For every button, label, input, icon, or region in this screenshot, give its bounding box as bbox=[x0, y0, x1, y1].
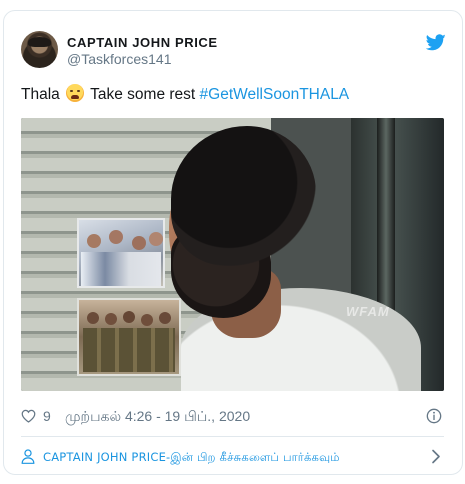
author-handle[interactable]: @Taskforces141 bbox=[67, 51, 171, 67]
info-icon[interactable] bbox=[426, 408, 442, 424]
heart-icon[interactable] bbox=[21, 409, 36, 423]
more-tweets-link[interactable]: CAPTAIN JOHN PRICE-இன் பிற கீச்சுகளைப் ப… bbox=[4, 437, 462, 474]
crying-face-icon bbox=[66, 84, 85, 102]
avatar[interactable] bbox=[21, 31, 58, 68]
author-display-name[interactable]: CAPTAIN JOHN PRICE bbox=[67, 35, 218, 50]
like-count: 9 bbox=[43, 408, 51, 424]
wall-photo bbox=[77, 218, 165, 288]
tweet-header: CAPTAIN JOHN PRICE @Taskforces141 bbox=[4, 11, 462, 73]
tweet-card: CAPTAIN JOHN PRICE @Taskforces141 Thala … bbox=[3, 10, 463, 475]
tweet-timestamp[interactable]: முற்பகல் 4:26 - 19 பிப்., 2020 bbox=[65, 408, 250, 427]
hashtag-link[interactable]: #GetWellSoonTHALA bbox=[200, 86, 350, 103]
chevron-right-icon[interactable] bbox=[431, 449, 441, 464]
tweet-meta: 9 முற்பகல் 4:26 - 19 பிப்., 2020 bbox=[21, 408, 444, 426]
person-icon bbox=[21, 449, 35, 464]
tweet-text-start: Thala bbox=[21, 86, 60, 103]
tweet-text: Thala Take some rest #GetWellSoonTHALA bbox=[21, 84, 349, 105]
image-watermark: WFAM bbox=[346, 304, 390, 319]
wall-photo bbox=[77, 298, 181, 376]
twitter-logo-icon[interactable] bbox=[426, 34, 446, 51]
more-tweets-label[interactable]: CAPTAIN JOHN PRICE-இன் பிற கீச்சுகளைப் ப… bbox=[43, 450, 340, 466]
tweet-image[interactable]: WFAM bbox=[21, 118, 444, 391]
tweet-text-rest: Take some rest bbox=[86, 86, 200, 103]
